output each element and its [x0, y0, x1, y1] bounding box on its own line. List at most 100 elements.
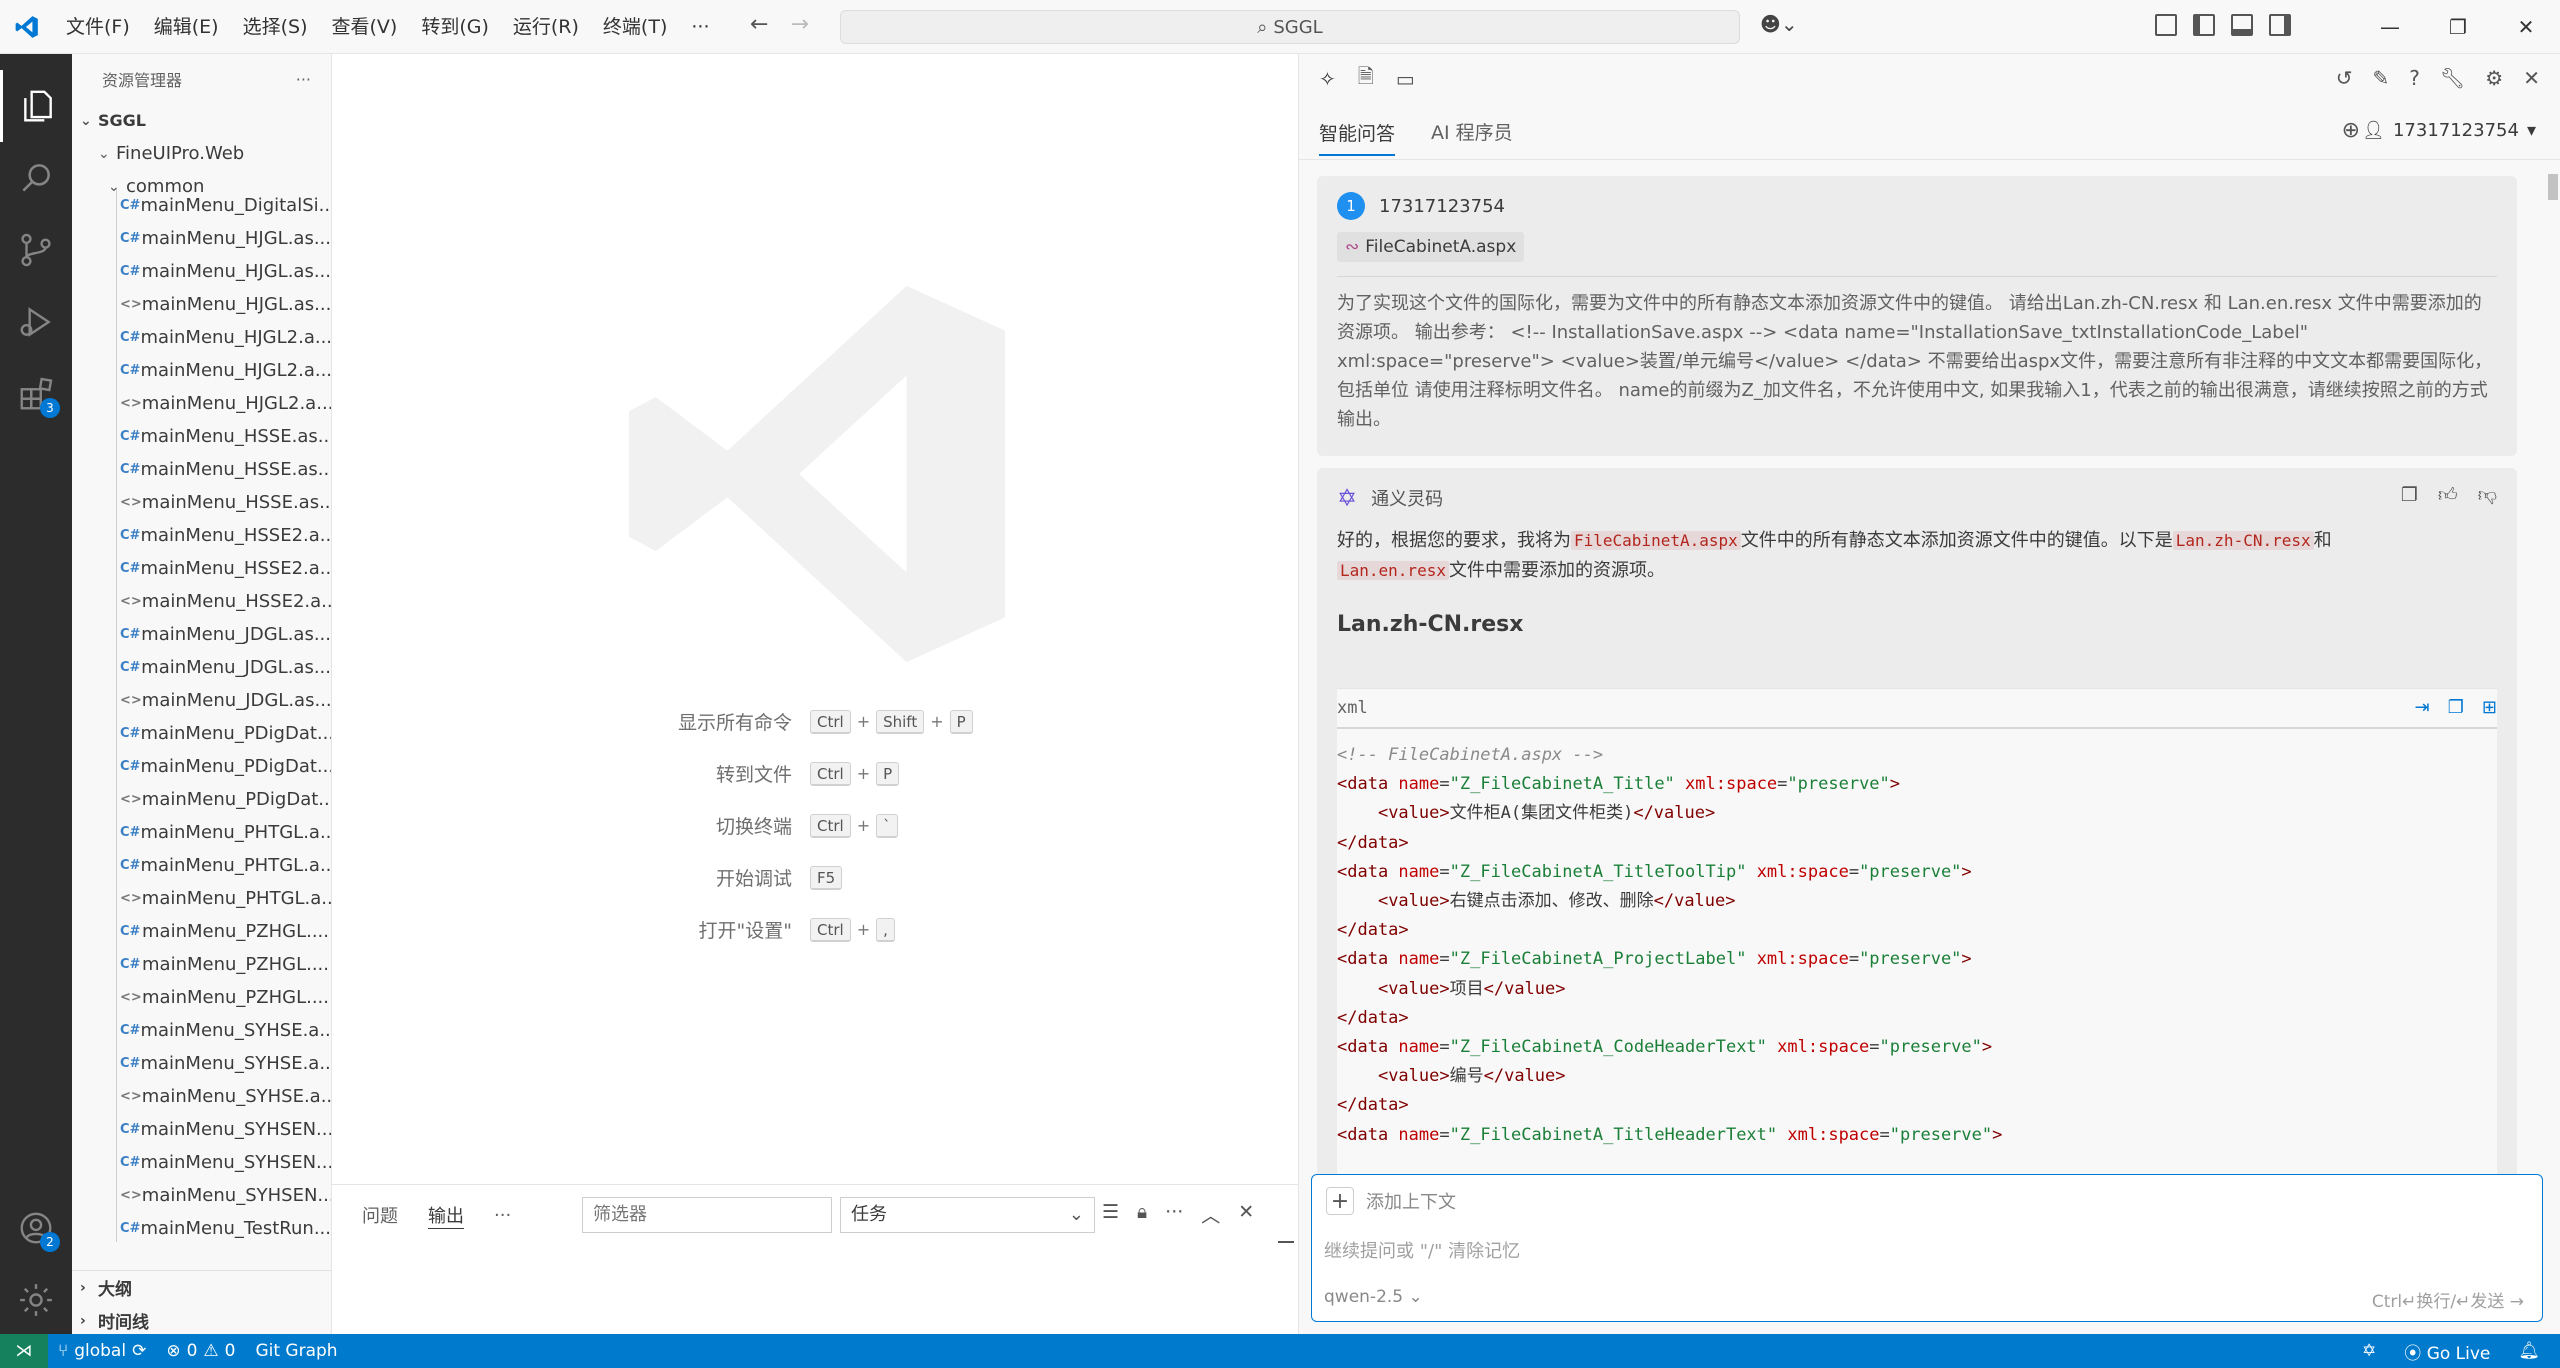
menu-more[interactable]: ···: [679, 0, 721, 54]
file-row[interactable]: C# mainMenu_PDigDat...: [72, 750, 331, 783]
send-hint[interactable]: Ctrl↵换行/↵发送 →: [2372, 1287, 2524, 1312]
branch-status[interactable]: ⑂ global ⟳: [48, 1341, 156, 1361]
back-arrow-icon[interactable]: ←: [750, 12, 768, 37]
file-row[interactable]: <> mainMenu_PDigDat...: [72, 783, 331, 816]
chat-input-field[interactable]: 继续提问或 "/" 清除记忆: [1324, 1237, 1520, 1263]
menu-run[interactable]: 运行(R): [501, 0, 591, 54]
toggle-primary-sidebar-icon[interactable]: [2193, 14, 2215, 36]
file-row[interactable]: C# mainMenu_SYHSEN...: [72, 1113, 331, 1146]
file-row[interactable]: C# mainMenu_HSSE.as...: [72, 453, 331, 486]
chat-window-icon[interactable]: ▭: [1396, 67, 1415, 91]
menu-view[interactable]: 查看(V): [320, 0, 410, 54]
menu-selection[interactable]: 选择(S): [231, 0, 320, 54]
file-row[interactable]: C# mainMenu_DigitalSi...: [72, 189, 331, 222]
file-row[interactable]: C# mainMenu_HSSE.as...: [72, 420, 331, 453]
file-row[interactable]: C# mainMenu_SYHSE.a...: [72, 1014, 331, 1047]
file-row[interactable]: <> mainMenu_SYHSEN...: [72, 1179, 331, 1212]
file-chip[interactable]: ∾ FileCabinetA.aspx: [1337, 232, 1525, 262]
go-live-status[interactable]: ⦿ Go Live: [2404, 1339, 2490, 1364]
customize-layout-icon[interactable]: [2155, 14, 2177, 36]
tab-smart-qa[interactable]: 智能问答: [1319, 119, 1396, 156]
file-row[interactable]: C# mainMenu_PHTGL.a...: [72, 816, 331, 849]
explorer-more-icon[interactable]: ···: [296, 70, 311, 89]
wrench-icon[interactable]: 🔧︎: [2440, 66, 2465, 90]
maximize-panel-icon[interactable]: ︿: [1201, 1201, 1220, 1228]
gear-icon[interactable]: ⚙: [2485, 66, 2503, 90]
file-row[interactable]: <> mainMenu_HJGL2.a...: [72, 387, 331, 420]
tree-root[interactable]: ⌄ SGGL: [72, 104, 331, 137]
forward-arrow-icon[interactable]: →: [790, 12, 808, 37]
chat-scrollbar[interactable]: [2546, 164, 2560, 1164]
file-row[interactable]: <> mainMenu_HJGL.as...: [72, 288, 331, 321]
file-row[interactable]: C# mainMenu_HJGL2.a...: [72, 321, 331, 354]
new-chat-icon[interactable]: ⊕: [2342, 118, 2360, 143]
tab-ai-programmer[interactable]: AI 程序员: [1431, 118, 1513, 145]
explorer-icon[interactable]: [0, 70, 72, 142]
minimize-button[interactable]: —: [2356, 0, 2424, 54]
copilot-icon[interactable]: ☻⌄: [1760, 12, 1798, 36]
file-row[interactable]: C# mainMenu_PZHGL....: [72, 915, 331, 948]
menu-terminal[interactable]: 终端(T): [591, 0, 679, 54]
command-center-search[interactable]: ⌕ SGGL: [840, 10, 1740, 44]
file-row[interactable]: C# mainMenu_HJGL2.a...: [72, 354, 331, 387]
user-menu[interactable]: 👤︎ 17317123754 ▾: [2362, 120, 2536, 141]
file-row[interactable]: <> mainMenu_JDGL.as...: [72, 684, 331, 717]
file-row[interactable]: C# mainMenu_PHTGL.a...: [72, 849, 331, 882]
run-debug-icon[interactable]: [0, 286, 72, 358]
new-file-code-icon[interactable]: ⊞: [2482, 697, 2497, 718]
file-row[interactable]: <> mainMenu_PHTGL.a...: [72, 882, 331, 915]
tree-project[interactable]: ⌄ FineUIPro.Web: [72, 137, 331, 170]
source-control-icon[interactable]: [0, 214, 72, 286]
menu-edit[interactable]: 编辑(E): [142, 0, 231, 54]
model-selector[interactable]: qwen-2.5 ⌄: [1324, 1287, 1423, 1307]
file-row[interactable]: C# mainMenu_TestRun...: [72, 1212, 331, 1242]
clear-output-icon[interactable]: ☰: [1102, 1201, 1119, 1228]
chat-logo-icon[interactable]: ✧: [1319, 67, 1336, 91]
lock-icon[interactable]: 🔒︎: [1137, 1201, 1147, 1228]
remote-icon[interactable]: ⋊: [0, 1334, 48, 1368]
tab-output[interactable]: 输出: [428, 1202, 464, 1229]
toggle-panel-icon[interactable]: [2231, 14, 2253, 36]
close-window-button[interactable]: ✕: [2492, 0, 2560, 54]
output-channel-select[interactable]: 任务 ⌄: [840, 1197, 1095, 1233]
file-row[interactable]: C# mainMenu_PDigDat...: [72, 717, 331, 750]
thumbs-down-icon[interactable]: 👎︎: [2478, 484, 2497, 507]
toggle-secondary-sidebar-icon[interactable]: [2269, 14, 2291, 36]
gear-icon[interactable]: [0, 1264, 72, 1336]
git-graph-status[interactable]: Git Graph: [245, 1341, 347, 1361]
file-row[interactable]: C# mainMenu_HSSE2.a...: [72, 519, 331, 552]
close-icon[interactable]: ✕: [2523, 66, 2540, 90]
extensions-icon[interactable]: 3: [0, 358, 72, 430]
file-row[interactable]: C# mainMenu_JDGL.as...: [72, 618, 331, 651]
outline-section[interactable]: › 大纲: [72, 1271, 331, 1304]
close-panel-icon[interactable]: ✕: [1238, 1201, 1254, 1228]
copy-icon[interactable]: ❐: [2401, 484, 2418, 507]
scrollbar-thumb[interactable]: [2548, 174, 2558, 200]
search-icon[interactable]: [0, 142, 72, 214]
file-row[interactable]: C# mainMenu_SYHSE.a...: [72, 1047, 331, 1080]
tab-problems[interactable]: 问题: [362, 1202, 398, 1228]
tongyi-status-icon[interactable]: ✡: [2362, 1341, 2376, 1361]
notifications-icon[interactable]: 🔔︎: [2518, 1341, 2540, 1361]
insert-code-icon[interactable]: ⇥: [2415, 697, 2430, 718]
file-row[interactable]: C# mainMenu_PZHGL....: [72, 948, 331, 981]
restore-button[interactable]: ❐: [2424, 0, 2492, 54]
file-row[interactable]: <> mainMenu_SYHSE.a...: [72, 1080, 331, 1113]
timeline-section[interactable]: › 时间线: [72, 1304, 331, 1334]
panel-more-icon[interactable]: ···: [494, 1205, 511, 1226]
copy-code-icon[interactable]: ❐: [2448, 697, 2464, 718]
file-row[interactable]: <> mainMenu_HSSE.as...: [72, 486, 331, 519]
file-row[interactable]: C# mainMenu_HJGL.as...: [72, 222, 331, 255]
file-row[interactable]: C# mainMenu_HJGL.as...: [72, 255, 331, 288]
accounts-icon[interactable]: 2: [0, 1192, 72, 1264]
thumbs-up-icon[interactable]: 👍︎: [2438, 484, 2458, 507]
more-actions-icon[interactable]: ···: [1165, 1201, 1183, 1228]
menu-go[interactable]: 转到(G): [409, 0, 501, 54]
history-icon[interactable]: ↺: [2336, 66, 2353, 90]
file-row[interactable]: <> mainMenu_HSSE2.a...: [72, 585, 331, 618]
problems-status[interactable]: ⊗ 0 ⚠ 0: [156, 1341, 245, 1361]
filter-input[interactable]: 筛选器: [582, 1197, 832, 1233]
feedback-icon[interactable]: ✎: [2373, 66, 2390, 90]
file-row[interactable]: C# mainMenu_HSSE2.a...: [72, 552, 331, 585]
help-icon[interactable]: ?: [2409, 66, 2420, 90]
